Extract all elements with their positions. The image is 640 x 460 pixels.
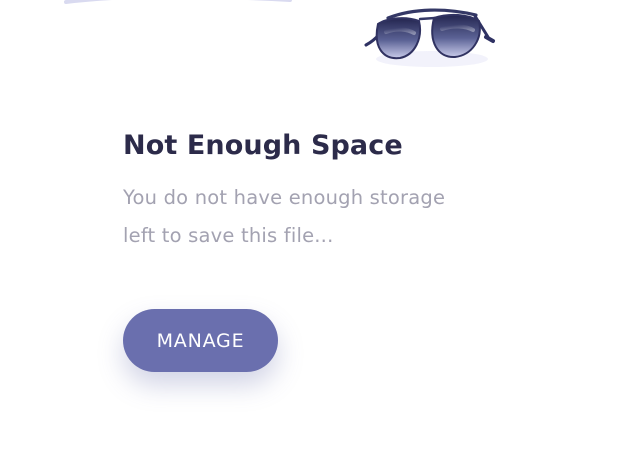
decorative-swoosh — [64, 0, 292, 4]
manage-button[interactable]: MANAGE — [123, 309, 278, 372]
not-enough-space-screen: Not Enough Space You do not have enough … — [0, 0, 640, 460]
dialog-message: You do not have enough storage left to s… — [123, 186, 446, 247]
dialog-title: Not Enough Space — [123, 130, 403, 161]
sunglasses-icon — [364, 8, 495, 67]
storage-warning-card: Not Enough Space You do not have enough … — [123, 126, 523, 255]
